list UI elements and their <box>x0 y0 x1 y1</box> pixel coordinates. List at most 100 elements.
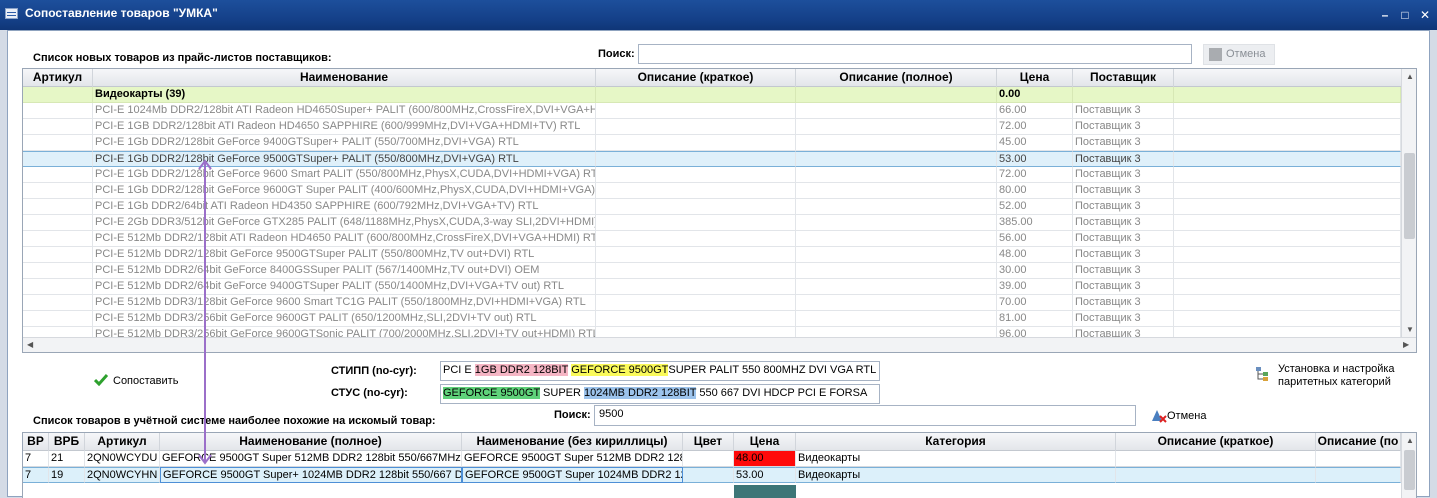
account-scroll-thumb[interactable] <box>1404 450 1415 490</box>
cell[interactable] <box>1174 311 1401 327</box>
table-row[interactable]: PCI-E 512Mb DDR2/64bit GeForce 9400GTSup… <box>23 279 1401 295</box>
col-vrb[interactable]: ВРБ <box>49 433 85 451</box>
cell[interactable] <box>796 103 997 119</box>
cell[interactable] <box>596 151 796 167</box>
cell[interactable] <box>1116 451 1316 467</box>
cell[interactable]: Поставщик 3 <box>1073 279 1174 295</box>
cell[interactable]: Поставщик 3 <box>1073 135 1174 151</box>
cell[interactable] <box>796 135 997 151</box>
cell[interactable] <box>23 119 93 135</box>
cell[interactable] <box>596 311 796 327</box>
cell-color[interactable] <box>683 451 734 467</box>
cell[interactable]: Поставщик 3 <box>1073 247 1174 263</box>
cell[interactable] <box>1174 295 1401 311</box>
cell[interactable] <box>23 215 93 231</box>
scroll-thumb[interactable] <box>1404 153 1415 239</box>
cell[interactable]: Поставщик 3 <box>1073 311 1174 327</box>
cell[interactable] <box>23 295 93 311</box>
cell[interactable] <box>596 135 796 151</box>
cell[interactable] <box>23 87 93 103</box>
cell[interactable] <box>1316 451 1401 467</box>
cell[interactable]: 52.00 <box>997 199 1073 215</box>
cell[interactable] <box>23 151 93 167</box>
cell[interactable] <box>23 199 93 215</box>
cell-vrb[interactable]: 21 <box>49 451 85 467</box>
cell-cat[interactable]: Видеокарты <box>796 467 1116 483</box>
cell[interactable] <box>1174 135 1401 151</box>
cell[interactable] <box>796 199 997 215</box>
col-account-article[interactable]: Артикул <box>85 433 160 451</box>
cell[interactable] <box>1174 199 1401 215</box>
cell[interactable]: PCI-E 2Gb DDR3/512bit GeForce GTX285 PAL… <box>93 215 596 231</box>
close-button[interactable]: ✕ <box>1418 8 1432 22</box>
cell[interactable] <box>23 279 93 295</box>
cell[interactable] <box>596 231 796 247</box>
cell[interactable]: Поставщик 3 <box>1073 231 1174 247</box>
cell[interactable]: Видеокарты (39) <box>93 87 596 103</box>
table-row[interactable]: 7 19 2QN0WCYHN GEFORCE 9500GT Super+ 1024MB… <box>23 467 1401 483</box>
cell[interactable]: PCI-E 512Mb DDR3/128bit GeForce 9600 Sma… <box>93 295 596 311</box>
cell[interactable] <box>23 311 93 327</box>
cell[interactable] <box>1174 279 1401 295</box>
table-row[interactable]: PCI-E 512Mb DDR2/64bit GeForce 8400GSSup… <box>23 263 1401 279</box>
cell-art[interactable]: 2QN0WCYDU <box>85 451 160 467</box>
table-row[interactable]: PCI-E 512Mb DDR2/128bit ATI Radeon HD465… <box>23 231 1401 247</box>
cell[interactable] <box>596 183 796 199</box>
cell[interactable]: PCI-E 512Mb DDR2/128bit ATI Radeon HD465… <box>93 231 596 247</box>
cell[interactable] <box>1174 183 1401 199</box>
table-row[interactable]: PCI-E 2Gb DDR3/512bit GeForce GTX285 PAL… <box>23 215 1401 231</box>
cell[interactable]: Поставщик 3 <box>1073 183 1174 199</box>
cell[interactable] <box>23 263 93 279</box>
cell[interactable] <box>596 199 796 215</box>
cell[interactable] <box>1174 87 1401 103</box>
cell[interactable] <box>1174 247 1401 263</box>
table-row[interactable]: PCI-E 512Mb DDR3/256bit GeForce 9600GT P… <box>23 311 1401 327</box>
cell-vr[interactable]: 7 <box>23 467 49 483</box>
cell[interactable]: Поставщик 3 <box>1073 295 1174 311</box>
scroll-right-icon[interactable]: ▶ <box>1403 340 1409 349</box>
stus-field[interactable]: GEFORCE 9500GT SUPER 1024MB DDR2 128BIT … <box>440 384 880 404</box>
cell-cat[interactable]: Видеокарты <box>796 451 1116 467</box>
cell-vrb[interactable]: 19 <box>49 467 85 483</box>
cell[interactable] <box>796 119 997 135</box>
cell-vr[interactable]: 7 <box>23 451 49 467</box>
col-account-price[interactable]: Цена <box>734 433 796 451</box>
cell[interactable] <box>23 231 93 247</box>
cell[interactable]: 70.00 <box>997 295 1073 311</box>
col-name-no-cyr[interactable]: Наименование (без кириллицы) <box>462 433 683 451</box>
cell[interactable] <box>796 311 997 327</box>
cell[interactable]: PCI-E 1Gb DDR2/128bit GeForce 9500GTSupe… <box>93 151 596 167</box>
col-account-full-desc[interactable]: Описание (по <box>1316 433 1401 451</box>
col-short-desc[interactable]: Описание (краткое) <box>596 69 796 87</box>
col-price[interactable]: Цена <box>997 69 1073 87</box>
cell[interactable]: PCI-E 1024Mb DDR2/128bit ATI Radeon HD46… <box>93 103 596 119</box>
account-scroll-up-icon[interactable]: ▲ <box>1406 436 1414 445</box>
cell[interactable] <box>1174 215 1401 231</box>
col-account-short-desc[interactable]: Описание (краткое) <box>1116 433 1316 451</box>
group-row[interactable]: Видеокарты (39) 0.00 <box>23 87 1401 103</box>
col-vr[interactable]: ВР <box>23 433 49 451</box>
cell[interactable] <box>596 87 796 103</box>
cell[interactable]: Поставщик 3 <box>1073 199 1174 215</box>
scroll-left-icon[interactable]: ◀ <box>27 340 33 349</box>
col-full-desc[interactable]: Описание (полное) <box>796 69 997 87</box>
cell[interactable] <box>596 263 796 279</box>
cell[interactable] <box>796 231 997 247</box>
cell[interactable]: PCI-E 512Mb DDR2/64bit GeForce 8400GSSup… <box>93 263 596 279</box>
cell-full[interactable]: GEFORCE 9500GT Super+ 1024MB DDR2 128bit… <box>160 467 462 483</box>
cell-nocyr[interactable]: GEFORCE 9500GT Super 512MB DDR2 128bit <box>462 451 683 467</box>
cell[interactable] <box>1116 467 1316 483</box>
cell[interactable]: PCI-E 1Gb DDR2/128bit GeForce 9600 Smart… <box>93 167 596 183</box>
cell[interactable] <box>23 247 93 263</box>
cell[interactable] <box>796 247 997 263</box>
account-search-input[interactable]: 9500 <box>594 405 1136 426</box>
table-row[interactable]: PCI-E 1Gb DDR2/128bit GeForce 9600 Smart… <box>23 167 1401 183</box>
table-row[interactable]: PCI-E 1Gb DDR2/64bit ATI Radeon HD4350 S… <box>23 199 1401 215</box>
cell[interactable] <box>596 215 796 231</box>
col-article[interactable]: Артикул <box>23 69 93 87</box>
cell[interactable]: 56.00 <box>997 231 1073 247</box>
cell[interactable]: PCI-E 1Gb DDR2/128bit GeForce 9600GT Sup… <box>93 183 596 199</box>
cell[interactable] <box>796 295 997 311</box>
maximize-button[interactable]: □ <box>1398 8 1412 22</box>
scroll-up-icon[interactable]: ▲ <box>1406 72 1414 81</box>
